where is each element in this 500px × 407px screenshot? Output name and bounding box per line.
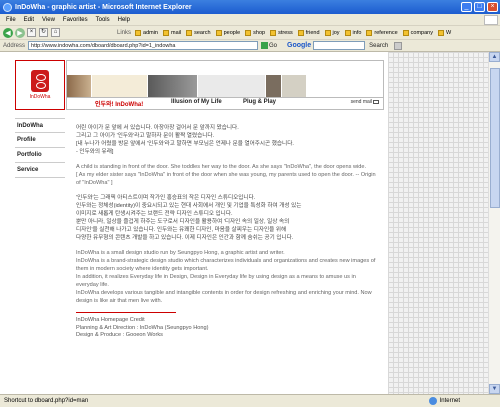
link-folder-icon: [186, 29, 193, 36]
banner-photo: [91, 75, 147, 97]
banner-photo: [265, 75, 282, 97]
internet-zone-icon: [428, 397, 437, 405]
link-friend[interactable]: friend: [297, 29, 320, 36]
link-admin[interactable]: admin: [135, 29, 158, 36]
link-reference[interactable]: reference: [366, 29, 398, 36]
menu-view[interactable]: View: [42, 17, 55, 23]
menu-tools[interactable]: Tools: [96, 17, 110, 23]
send-mail-link[interactable]: send mail: [351, 99, 379, 105]
menu-favorites[interactable]: Favorites: [63, 17, 88, 23]
link-folder-icon: [402, 29, 409, 36]
menu-help[interactable]: Help: [118, 17, 130, 23]
banner-photo: [282, 75, 306, 97]
scroll-thumb[interactable]: [490, 68, 500, 208]
link-shop[interactable]: shop: [245, 29, 265, 36]
google-search-input[interactable]: [313, 41, 366, 50]
link-folder-icon: [270, 29, 277, 36]
about-english: InDoWha is a small design studio run by …: [76, 250, 376, 304]
intro-korean: 어린 아이가 문 앞에 서 있습니다. 아장아장 걸어서 문 앞까지 왔습니다.…: [76, 125, 294, 155]
scroll-up-arrow-icon[interactable]: ▲: [489, 52, 500, 62]
nav-item-portfolio[interactable]: Portfolio: [15, 148, 65, 163]
address-input[interactable]: http://www.indowha.com/dboard/dboard.php…: [28, 41, 259, 50]
link-folder-icon: [135, 29, 142, 36]
menu-bar: File Edit View Favorites Tools Help: [0, 14, 500, 26]
title-bar: InDoWha - graphic artist - Microsoft Int…: [0, 0, 500, 14]
main-content: 어린 아이가 문 앞에 서 있습니다. 아장아장 걸어서 문 앞까지 왔습니다.…: [76, 124, 376, 340]
go-button[interactable]: Go: [261, 42, 277, 49]
link-info[interactable]: info: [344, 29, 361, 36]
vertical-scrollbar[interactable]: ▲ ▼: [488, 52, 500, 394]
link-folder-icon: [245, 29, 252, 36]
nav-item-indowha[interactable]: InDoWha: [15, 118, 65, 133]
banner-link-illusion[interactable]: Illusion of My Life: [171, 99, 222, 105]
banner-photo: [67, 75, 91, 97]
windows-logo-icon: [484, 14, 498, 25]
status-bar: Shortcut to dboard.php?id=man Internet: [0, 394, 500, 407]
link-folder-icon: [344, 29, 351, 36]
link-search[interactable]: search: [186, 29, 211, 36]
link-folder-icon: [438, 29, 444, 36]
toolbar: ◀ ▶ × ↻ ⌂ Links admin mail search people…: [0, 26, 500, 40]
menu-edit[interactable]: Edit: [24, 17, 34, 23]
status-text: Shortcut to dboard.php?id=man: [4, 398, 89, 404]
intro-english: A child is standing in front of the door…: [76, 164, 376, 186]
stop-icon[interactable]: ×: [27, 28, 36, 37]
credit-divider: [76, 312, 176, 313]
banner-link-plugplay[interactable]: Plug & Play: [243, 99, 276, 105]
close-button[interactable]: ×: [487, 2, 498, 12]
page-viewport: InDoWha InDoWha Profile Portfolio Servic…: [0, 52, 500, 394]
left-column: InDoWha InDoWha Profile Portfolio Servic…: [15, 60, 65, 394]
site-logo[interactable]: InDoWha: [15, 60, 65, 110]
link-mail[interactable]: mail: [163, 29, 181, 36]
menu-file[interactable]: File: [6, 17, 16, 23]
logo-text: InDoWha: [29, 94, 51, 100]
link-folder-icon: [366, 29, 373, 36]
banner-photo: [197, 75, 265, 97]
background-grid: [388, 52, 488, 394]
mail-icon: [373, 100, 379, 104]
go-arrow-icon: [261, 42, 269, 49]
banner-photo: [147, 75, 197, 97]
link-people[interactable]: people: [215, 29, 240, 36]
nav-item-service[interactable]: Service: [15, 163, 65, 178]
link-w[interactable]: W: [438, 29, 451, 36]
home-icon[interactable]: ⌂: [51, 28, 60, 37]
toolbar-options-icon[interactable]: [394, 41, 403, 50]
link-folder-icon: [215, 29, 222, 36]
google-search-button[interactable]: Search: [369, 43, 388, 49]
links-label: Links: [117, 29, 132, 36]
google-toolbar-logo: Google: [287, 42, 312, 49]
banner-image-strip: [67, 75, 307, 97]
address-label: Address: [3, 42, 26, 49]
link-folder-icon: [324, 29, 331, 36]
link-joy[interactable]: joy: [324, 29, 340, 36]
window-title: InDoWha - graphic artist - Microsoft Int…: [15, 3, 192, 11]
homepage-credits: InDoWha Homepage Credit Planning & Art D…: [76, 317, 209, 339]
link-company[interactable]: company: [402, 29, 433, 36]
indowha-logo-icon: [31, 70, 49, 92]
header-banner: 인두와! InDoWha! Illusion of My Life Plug &…: [66, 60, 384, 110]
ie-icon: [3, 2, 12, 12]
link-folder-icon: [163, 29, 169, 36]
forward-button[interactable]: ▶: [15, 27, 25, 38]
security-zone: Internet: [439, 398, 460, 404]
nav-item-profile[interactable]: Profile: [15, 133, 65, 148]
maximize-button[interactable]: □: [474, 2, 485, 12]
refresh-icon[interactable]: ↻: [39, 28, 48, 37]
link-folder-icon: [297, 29, 304, 36]
banner-link-indowha[interactable]: 인두와! InDoWha!: [95, 99, 143, 108]
banner-divider: [67, 97, 383, 98]
link-stress[interactable]: stress: [270, 29, 293, 36]
address-bar: Address http://www.indowha.com/dboard/db…: [0, 40, 500, 52]
back-button[interactable]: ◀: [3, 27, 13, 38]
scroll-down-arrow-icon[interactable]: ▼: [489, 384, 500, 394]
about-korean: '인두와'는 그래픽 아티스트이며 작가인 홍승표의 작은 디자인 스튜디오입니…: [76, 195, 302, 241]
minimize-button[interactable]: _: [461, 2, 472, 12]
